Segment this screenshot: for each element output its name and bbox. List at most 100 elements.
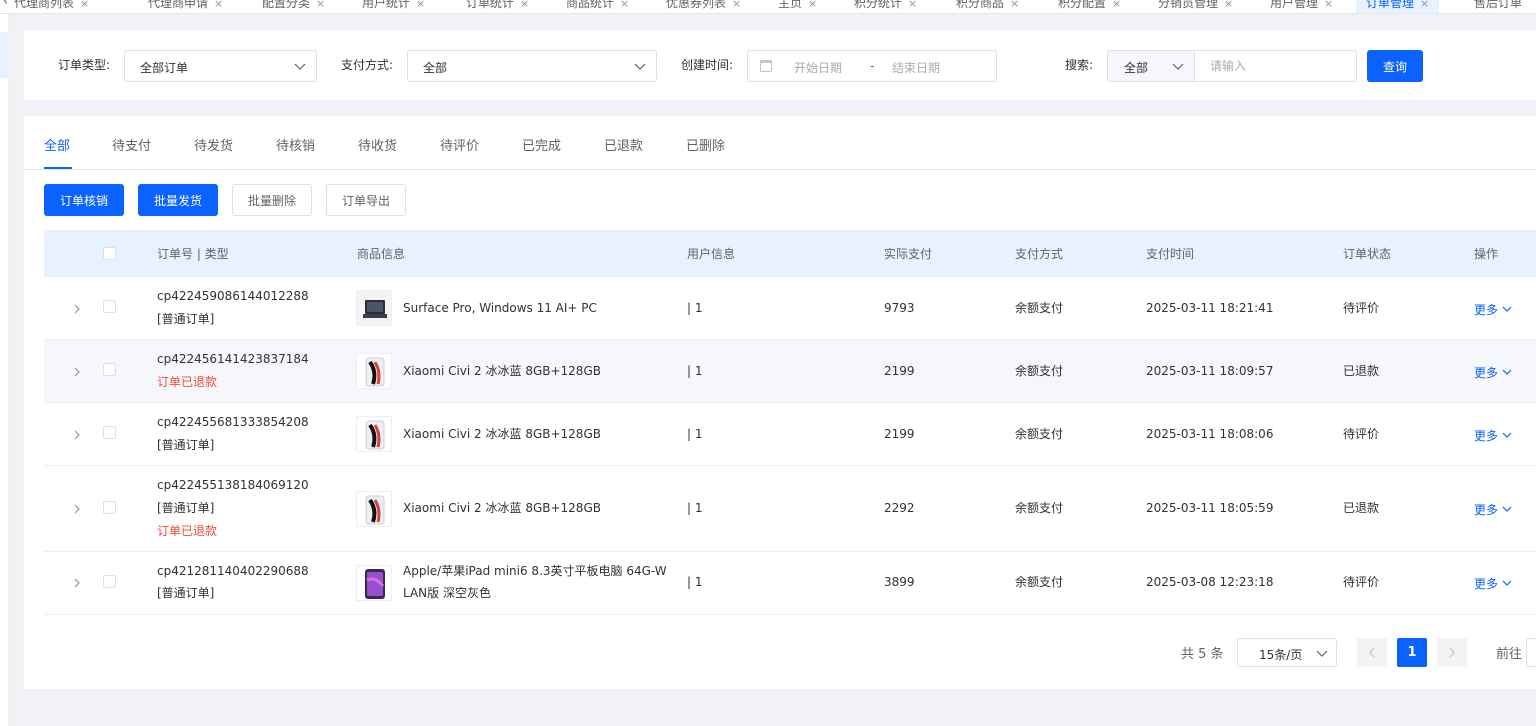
tab-pending-shipment[interactable]: 待发货 (194, 135, 233, 154)
row-checkbox[interactable] (103, 300, 116, 313)
chevron-down-icon (1502, 306, 1512, 312)
chevron-down-icon (1172, 63, 1184, 70)
product-thumbnail (356, 290, 392, 326)
order-type-select[interactable]: 全部订单 (124, 50, 317, 82)
chevron-right-icon[interactable] (72, 367, 82, 377)
next-page-button[interactable] (1437, 638, 1467, 667)
close-icon[interactable]: × (1420, 0, 1429, 10)
chevron-down-icon (634, 63, 646, 70)
tab-deleted[interactable]: 已删除 (686, 135, 725, 154)
paid-amount: 3899 (884, 575, 915, 589)
page-tab-label: 代理商列表 (14, 0, 75, 10)
export-orders-button[interactable]: 订单导出 (326, 184, 406, 216)
prev-page-button[interactable] (1357, 638, 1387, 667)
page-tab-agent-apply[interactable]: 代理商申请 × (148, 0, 223, 13)
tab-completed[interactable]: 已完成 (522, 135, 561, 154)
paid-amount: 2292 (884, 501, 915, 515)
goto-page-input[interactable] (1526, 638, 1536, 667)
more-actions-dropdown[interactable]: 更多 (1474, 575, 1512, 592)
tab-pending-receipt[interactable]: 待收货 (358, 135, 397, 154)
start-date-placeholder[interactable]: 开始日期 (794, 59, 842, 76)
page-tab-points-goods[interactable]: 积分商品 × (956, 0, 1019, 13)
close-icon[interactable]: × (520, 0, 529, 10)
phone-image (357, 354, 391, 388)
tablet-image (357, 566, 391, 600)
pay-method-select[interactable]: 全部 (407, 50, 657, 82)
page-tab-order-manage[interactable]: 订单管理 × (1356, 0, 1440, 13)
close-icon[interactable]: × (80, 0, 89, 10)
batch-ship-button[interactable]: 批量发货 (138, 184, 218, 216)
close-icon[interactable]: × (214, 0, 223, 10)
more-actions-dropdown[interactable]: 更多 (1474, 501, 1512, 518)
laptop-image (357, 291, 391, 325)
more-actions-dropdown[interactable]: 更多 (1474, 364, 1512, 381)
close-icon[interactable]: × (1010, 0, 1019, 10)
tab-refunded[interactable]: 已退款 (604, 135, 643, 154)
search-input[interactable] (1196, 51, 1356, 81)
pay-method-label: 支付方式: (341, 58, 394, 72)
date-range-picker[interactable]: 开始日期 - 结束日期 (747, 50, 997, 82)
page-tab-order-stats[interactable]: 订单统计 × (466, 0, 529, 13)
close-icon[interactable]: × (620, 0, 629, 10)
pay-time: 2025-03-08 12:23:18 (1146, 575, 1274, 589)
search-group: 全部 (1107, 50, 1357, 82)
page-tab-agent-list[interactable]: 代理商列表 × (14, 0, 89, 13)
chevron-right-icon[interactable] (72, 430, 82, 440)
close-icon[interactable]: × (808, 0, 817, 10)
page-tab-user-manage[interactable]: 用户管理 × (1270, 0, 1333, 13)
page-tab-aftersale[interactable]: 售后订单 (1474, 0, 1522, 13)
page-tab-product-stats[interactable]: 商品统计 × (566, 0, 629, 13)
page-tab-home[interactable]: 主页 × (778, 0, 817, 13)
close-icon[interactable]: × (1112, 0, 1121, 10)
page-tab-config-category[interactable]: 配置分类 × (262, 0, 325, 13)
row-checkbox[interactable] (103, 575, 116, 588)
chevron-right-icon[interactable] (72, 304, 82, 314)
row-checkbox[interactable] (103, 363, 116, 376)
select-all-checkbox[interactable] (103, 247, 116, 260)
tab-pending-verify[interactable]: 待核销 (276, 135, 315, 154)
batch-delete-button[interactable]: 批量删除 (232, 184, 312, 216)
tabs-scroll-left-icon[interactable]: ‹ (3, 0, 8, 9)
active-tab-indicator (44, 167, 72, 169)
end-date-placeholder[interactable]: 结束日期 (892, 59, 940, 76)
close-icon[interactable]: × (416, 0, 425, 10)
page-tab-label: 用户管理 (1270, 0, 1319, 10)
tab-all[interactable]: 全部 (44, 135, 70, 154)
order-status: 待评价 (1343, 301, 1380, 315)
row-checkbox[interactable] (103, 426, 116, 439)
more-label: 更多 (1474, 303, 1499, 317)
page-tab-points-config[interactable]: 积分配置 × (1058, 0, 1121, 13)
page-number-current[interactable]: 1 (1397, 638, 1427, 667)
chevron-down-icon (1502, 506, 1512, 512)
page-tab-points-stats[interactable]: 积分统计 × (854, 0, 917, 13)
page-tab-distributor[interactable]: 分销员管理 × (1158, 0, 1233, 13)
close-icon[interactable]: × (908, 0, 917, 10)
chevron-right-icon[interactable] (72, 504, 82, 514)
pay-method: 余额支付 (1015, 501, 1064, 515)
filter-panel: 订单类型: 全部订单 支付方式: 全部 创建时间: 开始日期 - 结束日期 搜索… (24, 30, 1536, 100)
col-paid: 实际支付 (884, 247, 933, 261)
tab-pending-payment[interactable]: 待支付 (112, 135, 151, 154)
close-icon[interactable]: × (1324, 0, 1333, 10)
page-tab-user-stats[interactable]: 用户统计 × (362, 0, 425, 13)
chevron-right-icon[interactable] (72, 578, 82, 588)
close-icon[interactable]: × (316, 0, 325, 10)
page-tab-coupon-list[interactable]: 优惠券列表 × (666, 0, 741, 13)
pay-method: 余额支付 (1015, 364, 1064, 378)
pay-time: 2025-03-11 18:21:41 (1146, 301, 1274, 315)
close-icon[interactable]: × (1224, 0, 1233, 10)
more-actions-dropdown[interactable]: 更多 (1474, 301, 1512, 318)
row-checkbox[interactable] (103, 501, 116, 514)
tab-pending-review[interactable]: 待评价 (440, 135, 479, 154)
col-status: 订单状态 (1343, 247, 1392, 261)
more-actions-dropdown[interactable]: 更多 (1474, 427, 1512, 444)
query-button[interactable]: 查询 (1367, 50, 1423, 82)
product-thumbnail (356, 416, 392, 452)
verify-order-button[interactable]: 订单核销 (44, 184, 124, 216)
product-name: Apple/苹果iPad mini6 8.3英寸平板电脑 64G-W (403, 564, 667, 578)
search-scope-select[interactable]: 全部 (1108, 51, 1195, 81)
close-icon[interactable]: × (732, 0, 741, 10)
page-tab-label: 订单管理 (1366, 0, 1415, 10)
page-tab-label: 积分商品 (956, 0, 1005, 10)
page-size-select[interactable]: 15条/页 (1237, 638, 1337, 667)
